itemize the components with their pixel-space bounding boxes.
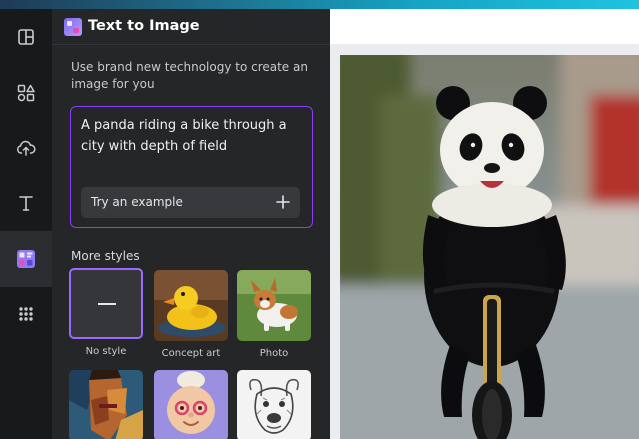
style-thumb-concept-art[interactable] (154, 270, 228, 341)
canvas-toolbar-area (330, 9, 639, 44)
style-label: No style (85, 346, 127, 357)
text-to-image-app-icon (64, 18, 82, 36)
generated-image[interactable] (340, 55, 639, 439)
apps-grid-icon (19, 307, 33, 321)
top-gradient-bar (0, 0, 639, 9)
style-thumb-6[interactable] (237, 370, 311, 439)
sidebar-item-apps[interactable] (0, 286, 52, 342)
panel-title: Text to Image (88, 18, 200, 34)
style-card-4[interactable] (69, 370, 143, 439)
sidebar-item-layout[interactable] (0, 9, 52, 65)
sidebar-item-text-to-image[interactable] (0, 231, 52, 287)
text-to-image-icon (17, 250, 35, 268)
rubber-duck-thumbnail (154, 270, 228, 341)
upload-icon (16, 140, 36, 156)
cubist-portrait-thumbnail (69, 370, 143, 439)
panel-description: Use brand new technology to create an im… (71, 60, 308, 91)
panda-on-bike-image (340, 55, 639, 439)
style-card-concept-art[interactable]: Concept art (154, 270, 228, 359)
style-thumb-no-style[interactable] (69, 268, 143, 339)
elements-icon (17, 84, 35, 102)
sidebar-item-text[interactable] (0, 175, 52, 231)
3d-character-thumbnail (154, 370, 228, 439)
style-card-5[interactable] (154, 370, 228, 439)
style-thumb-5[interactable] (154, 370, 228, 439)
style-label: Concept art (161, 348, 221, 359)
layout-icon (18, 29, 34, 45)
sidebar-item-uploads[interactable] (0, 120, 52, 176)
style-thumb-photo[interactable] (237, 270, 311, 341)
text-to-image-panel: Text to Image Use brand new technology t… (52, 9, 330, 439)
try-example-button[interactable]: Try an example (81, 187, 300, 218)
panel-header: Text to Image (52, 9, 330, 45)
prompt-input[interactable]: A panda riding a bike through a city wit… (70, 106, 313, 228)
style-thumb-4[interactable] (69, 370, 143, 439)
corgi-puppy-thumbnail (237, 270, 311, 341)
more-styles-heading: More styles (71, 249, 140, 263)
sidebar-rail (0, 9, 52, 439)
plus-icon (276, 195, 290, 209)
style-card-6[interactable] (237, 370, 311, 439)
style-card-no-style[interactable]: No style (69, 268, 143, 357)
sidebar-item-elements[interactable] (0, 65, 52, 121)
pencil-sketch-dog-thumbnail (237, 370, 311, 439)
prompt-text[interactable]: A panda riding a bike through a city wit… (81, 115, 303, 157)
style-label: Photo (259, 348, 289, 359)
try-example-label: Try an example (91, 195, 183, 209)
no-style-dash-icon (98, 303, 116, 305)
text-icon (19, 196, 33, 211)
style-card-photo[interactable]: Photo (237, 270, 311, 359)
